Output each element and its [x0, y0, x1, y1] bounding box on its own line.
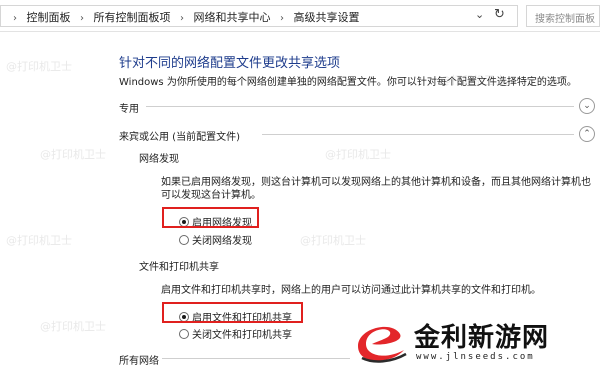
logo-e-icon	[358, 326, 407, 363]
divider	[162, 358, 350, 359]
chevron-down-icon[interactable]: ⌄	[475, 8, 484, 21]
breadcrumb-trail: › 控制面板 › 所有控制面板项 › 网络和共享中心 › 高级共享设置	[7, 9, 360, 25]
breadcrumb-advanced-sharing[interactable]: 高级共享设置	[294, 9, 360, 25]
watermark: @打印机卫士	[6, 60, 72, 73]
page-description: Windows 为你所使用的每个网络创建单独的网络配置文件。你可以针对每个配置文…	[119, 77, 577, 88]
radio-button[interactable]	[179, 328, 189, 339]
profile-all-networks-label[interactable]: 所有网络	[119, 352, 159, 367]
watermark: @打印机卫士	[6, 234, 72, 247]
profile-guest-public-label[interactable]: 来宾或公用 (当前配置文件)	[119, 128, 240, 143]
radio-disable-network-discovery[interactable]: 关闭网络发现	[179, 229, 252, 247]
file-printer-sharing-heading: 文件和打印机共享	[139, 262, 219, 273]
collapse-guest-public-button[interactable]: ⌃	[579, 126, 595, 142]
breadcrumb-all-items[interactable]: 所有控制面板项	[94, 9, 171, 25]
highlight-box	[162, 302, 303, 323]
chevron-right-icon: ›	[13, 13, 17, 24]
highlight-box	[162, 207, 259, 228]
watermark: @打印机卫士	[300, 234, 366, 247]
watermark: @打印机卫士	[325, 148, 391, 161]
network-discovery-heading: 网络发现	[139, 154, 179, 165]
site-logo: 金利新游网 www.jlnseeds.com	[352, 314, 600, 370]
divider	[262, 134, 574, 135]
watermark: @打印机卫士	[40, 320, 106, 333]
breadcrumb-control-panel[interactable]: 控制面板	[27, 9, 71, 25]
watermark: @打印机卫士	[40, 148, 106, 161]
page-title: 针对不同的网络配置文件更改共享选项	[119, 56, 341, 71]
profile-private-label[interactable]: 专用	[119, 100, 139, 115]
radio-disable-file-printer-sharing[interactable]: 关闭文件和打印机共享	[179, 323, 292, 341]
radio-label: 关闭网络发现	[192, 236, 252, 247]
search-box[interactable]: 搜索控制面板	[526, 5, 600, 27]
chevron-up-icon: ⌃	[583, 129, 591, 139]
address-bar: › 控制面板 › 所有控制面板项 › 网络和共享中心 › 高级共享设置 ⌄ ↻ …	[0, 0, 600, 32]
radio-label: 关闭文件和打印机共享	[192, 330, 292, 341]
chevron-down-icon: ⌄	[583, 101, 591, 111]
chevron-right-icon: ›	[180, 13, 184, 24]
file-printer-sharing-text: 启用文件和打印机共享时，网络上的用户可以访问通过此计算机共享的文件和打印机。	[161, 285, 541, 296]
breadcrumb-network-center[interactable]: 网络和共享中心	[194, 9, 271, 25]
logo-url: www.jlnseeds.com	[416, 352, 535, 362]
chevron-right-icon: ›	[80, 13, 84, 24]
refresh-icon[interactable]: ↻	[494, 7, 505, 22]
breadcrumb[interactable]: › 控制面板 › 所有控制面板项 › 网络和共享中心 › 高级共享设置 ⌄ ↻	[0, 5, 518, 27]
radio-button[interactable]	[179, 234, 189, 245]
expand-private-button[interactable]: ⌄	[579, 98, 595, 114]
network-discovery-text: 如果已启用网络发现，则这台计算机可以发现网络上的其他计算机和设备，而且其他网络计…	[161, 177, 591, 201]
search-input[interactable]: 搜索控制面板	[535, 10, 595, 25]
watermark: @打印机卫士	[440, 74, 506, 87]
divider	[146, 106, 574, 107]
chevron-right-icon: ›	[280, 13, 284, 24]
logo-name: 金利新游网	[414, 323, 550, 353]
